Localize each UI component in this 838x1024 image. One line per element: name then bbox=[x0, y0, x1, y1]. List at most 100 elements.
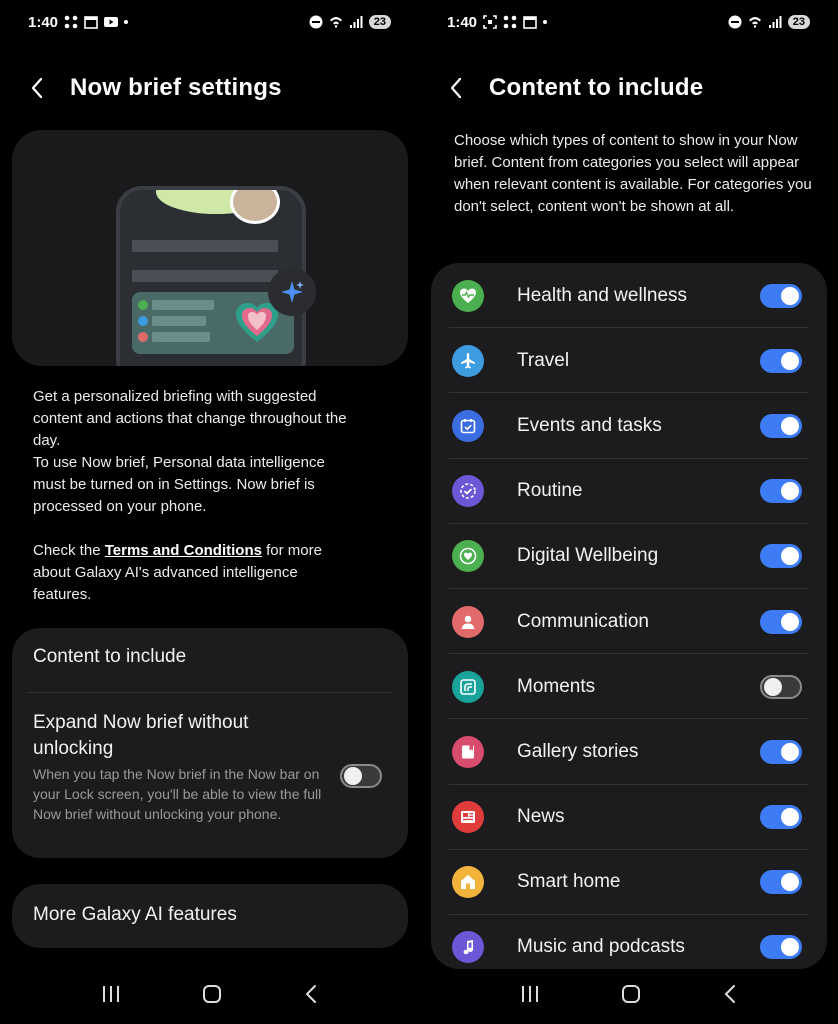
gallery-icon bbox=[452, 735, 484, 768]
navigation-bar bbox=[0, 982, 419, 1006]
content-item-music-and-podcasts[interactable]: Music and podcasts bbox=[431, 915, 827, 969]
content-description: Choose which types of content to show in… bbox=[454, 132, 812, 215]
do-not-disturb-icon bbox=[309, 15, 323, 29]
navigation-bar bbox=[419, 982, 838, 1006]
content-item-label: Events and tasks bbox=[517, 414, 662, 436]
content-item-digital-wellbeing[interactable]: Digital Wellbeing bbox=[431, 524, 827, 589]
content-item-toggle[interactable] bbox=[760, 348, 802, 373]
desc-line: Get a personalized briefing with suggest… bbox=[33, 388, 317, 405]
content-item-label: Digital Wellbeing bbox=[517, 545, 659, 567]
signal-icon bbox=[349, 16, 363, 28]
settings-card: Content to include Expand Now brief with… bbox=[12, 628, 408, 858]
content-to-include-item[interactable]: Content to include bbox=[33, 646, 186, 668]
desc-line: day. bbox=[33, 432, 61, 449]
content-item-communication[interactable]: Communication bbox=[431, 589, 827, 655]
desc-line: processed on your phone. bbox=[33, 498, 207, 515]
home-icon bbox=[452, 866, 484, 899]
expand-now-brief-toggle[interactable] bbox=[340, 764, 382, 788]
home-icon-nav[interactable] bbox=[621, 984, 641, 1004]
notification-dot bbox=[124, 20, 129, 24]
status-time: 1:40 bbox=[28, 13, 59, 31]
home-icon-nav[interactable] bbox=[202, 984, 222, 1004]
heart-pulse-icon bbox=[452, 279, 484, 312]
header: Content to include bbox=[449, 74, 703, 102]
back-icon[interactable] bbox=[449, 77, 463, 99]
news-icon bbox=[452, 801, 484, 834]
do-not-disturb-icon bbox=[728, 15, 742, 29]
content-item-moments[interactable]: Moments bbox=[431, 654, 827, 720]
notification-dot bbox=[543, 20, 548, 24]
more-galaxy-ai-features[interactable]: More Galaxy AI features bbox=[33, 904, 237, 926]
content-item-events-and-tasks[interactable]: Events and tasks bbox=[431, 393, 827, 459]
content-item-routine[interactable]: Routine bbox=[431, 459, 827, 524]
content-item-label: Routine bbox=[517, 480, 583, 502]
terms-suffix: for more bbox=[261, 542, 322, 559]
content-item-toggle[interactable] bbox=[760, 935, 802, 960]
apps-icon bbox=[503, 15, 517, 29]
content-item-label: News bbox=[517, 806, 565, 828]
content-item-label: Travel bbox=[517, 349, 570, 371]
status-time: 1:40 bbox=[447, 13, 478, 31]
back-icon[interactable] bbox=[30, 77, 44, 99]
desc-line: must be turned on in Settings. Now brief… bbox=[33, 476, 315, 493]
expand-now-brief-title[interactable]: Expand Now brief without unlocking bbox=[33, 710, 303, 762]
airplane-icon bbox=[452, 344, 484, 377]
terms-text: Check the Terms and Conditions for more bbox=[33, 540, 393, 562]
recent-apps-icon[interactable] bbox=[520, 985, 540, 1003]
calendar-icon bbox=[84, 16, 98, 29]
divider bbox=[28, 692, 392, 693]
content-item-health-and-wellness[interactable]: Health and wellness bbox=[431, 263, 827, 329]
screenshot-icon bbox=[483, 15, 497, 29]
moments-icon bbox=[452, 670, 484, 703]
now-brief-settings-screen: 1:40 23 Now brief settings Get a persona… bbox=[0, 0, 419, 1024]
terms-suffix: features. bbox=[33, 586, 92, 603]
content-item-toggle[interactable] bbox=[760, 870, 802, 895]
back-nav-icon[interactable] bbox=[304, 984, 318, 1004]
battery-indicator: 23 bbox=[368, 15, 391, 29]
wellbeing-heart-icon bbox=[452, 540, 484, 573]
status-bar: 1:40 23 bbox=[28, 10, 391, 34]
content-item-label: Music and podcasts bbox=[517, 936, 685, 958]
apps-icon bbox=[64, 15, 78, 29]
content-item-toggle[interactable] bbox=[760, 674, 802, 699]
desc-line: content and actions that change througho… bbox=[33, 410, 347, 427]
terms-prefix: Check the bbox=[33, 542, 105, 559]
person-icon bbox=[452, 605, 484, 638]
more-galaxy-ai-card[interactable]: More Galaxy AI features bbox=[12, 884, 408, 948]
music-note-icon bbox=[452, 931, 484, 964]
desc-line: To use Now brief, Personal data intellig… bbox=[33, 454, 325, 471]
content-item-toggle[interactable] bbox=[760, 479, 802, 504]
signal-icon bbox=[768, 16, 782, 28]
expand-now-brief-subtitle: When you tap the Now brief in the Now ba… bbox=[33, 766, 322, 822]
sparkle-ai-icon bbox=[268, 268, 316, 316]
page-title: Content to include bbox=[489, 74, 704, 101]
content-item-toggle[interactable] bbox=[760, 609, 802, 634]
youtube-icon bbox=[104, 17, 119, 27]
terms-link[interactable]: Terms and Conditions bbox=[105, 542, 262, 559]
content-item-toggle[interactable] bbox=[760, 283, 802, 308]
page-title: Now brief settings bbox=[70, 74, 282, 101]
status-bar: 1:40 23 bbox=[447, 10, 810, 34]
content-item-gallery-stories[interactable]: Gallery stories bbox=[431, 719, 827, 785]
content-item-toggle[interactable] bbox=[760, 805, 802, 830]
now-brief-illustration bbox=[12, 130, 408, 366]
content-item-label: Health and wellness bbox=[517, 284, 688, 306]
content-item-label: Smart home bbox=[517, 871, 621, 893]
content-item-travel[interactable]: Travel bbox=[431, 328, 827, 394]
content-item-toggle[interactable] bbox=[760, 413, 802, 438]
content-item-toggle[interactable] bbox=[760, 544, 802, 569]
wifi-icon bbox=[748, 17, 761, 28]
content-item-news[interactable]: News bbox=[431, 785, 827, 850]
back-nav-icon[interactable] bbox=[723, 984, 737, 1004]
recent-apps-icon[interactable] bbox=[101, 985, 121, 1003]
terms-suffix: about Galaxy AI's advanced intelligence bbox=[33, 564, 298, 581]
calendar-icon bbox=[523, 16, 537, 29]
header: Now brief settings bbox=[30, 74, 282, 102]
calendar-check-icon bbox=[452, 409, 484, 442]
content-item-smart-home[interactable]: Smart home bbox=[431, 850, 827, 915]
now-brief-description: Get a personalized briefing with suggest… bbox=[33, 386, 393, 606]
wifi-icon bbox=[329, 17, 342, 28]
content-to-include-screen: 1:40 23 Content to include Choose which … bbox=[419, 0, 838, 1024]
content-item-label: Moments bbox=[517, 675, 596, 697]
content-item-toggle[interactable] bbox=[760, 739, 802, 764]
